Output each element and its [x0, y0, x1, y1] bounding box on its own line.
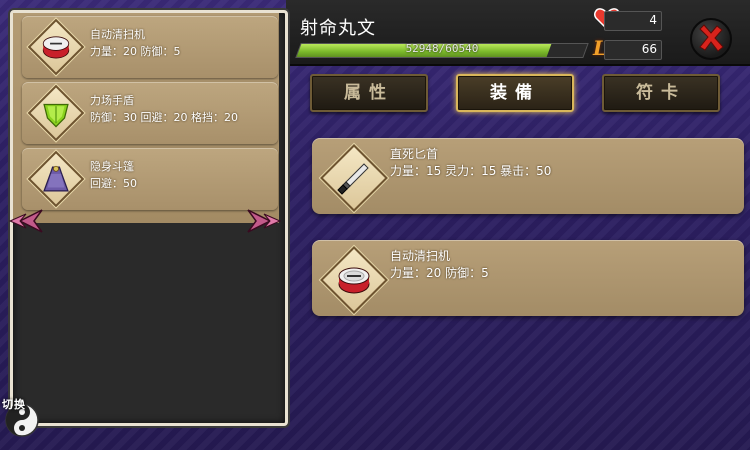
- item-frame: [320, 246, 388, 314]
- inventory-item-stats: 力量：20 防御：5: [90, 45, 181, 58]
- tab-attributes[interactable]: 属性: [310, 74, 428, 112]
- item-frame: [320, 144, 388, 212]
- level-value: 66: [641, 42, 657, 56]
- drum-icon: [338, 267, 370, 294]
- green-shield-icon: [43, 103, 69, 128]
- character-name: 射命丸文: [300, 18, 376, 39]
- item-frame: [27, 150, 85, 208]
- equipped-slot-weapon[interactable]: 直死匕首 力量：15 灵力：15 暴击：50: [312, 138, 744, 214]
- switch-button[interactable]: 切换: [0, 396, 44, 440]
- next-page-arrow-icon[interactable]: [244, 204, 284, 238]
- close-icon: [699, 24, 724, 52]
- equipped-item-stats: 力量：15 灵力：15 暴击：50: [390, 164, 552, 178]
- cloak-icon: [43, 165, 69, 192]
- inventory-item[interactable]: 力场手盾 防御：30 回避：20 格挡：20: [22, 82, 278, 144]
- equipped-item-name: 直死匕首: [390, 147, 439, 161]
- inventory-item[interactable]: 自动清扫机 力量：20 防御：5: [22, 16, 278, 78]
- inventory-item-name: 自动清扫机: [90, 28, 145, 41]
- inventory-item-stats: 回避：50: [90, 177, 137, 190]
- equipped-item-stats: 力量：20 防御：5: [390, 266, 489, 280]
- exp-text: 52948/60540: [405, 42, 479, 55]
- level-box: 66: [604, 40, 662, 60]
- item-frame: [27, 18, 85, 76]
- tab-spell-cards[interactable]: 符卡: [602, 74, 720, 112]
- tab-equipment[interactable]: 装備: [456, 74, 574, 112]
- inventory-item[interactable]: 隐身斗篷 回避：50: [22, 148, 278, 210]
- item-frame: [27, 84, 85, 142]
- drum-icon: [42, 36, 70, 59]
- inventory-item-name: 隐身斗篷: [90, 160, 134, 173]
- equipped-slot-accessory[interactable]: 自动清扫机 力量：20 防御：5: [312, 240, 744, 316]
- hp-box: 4: [604, 11, 662, 31]
- switch-label: 切换: [2, 398, 26, 411]
- dagger-icon: [337, 163, 369, 195]
- inventory-item-name: 力场手盾: [90, 94, 134, 107]
- prev-page-arrow-icon[interactable]: [6, 204, 46, 238]
- equipped-item-name: 自动清扫机: [390, 249, 451, 263]
- inventory-item-stats: 防御：30 回避：20 格挡：20: [90, 111, 238, 124]
- hp-value: 4: [649, 13, 657, 27]
- close-button[interactable]: [690, 18, 732, 60]
